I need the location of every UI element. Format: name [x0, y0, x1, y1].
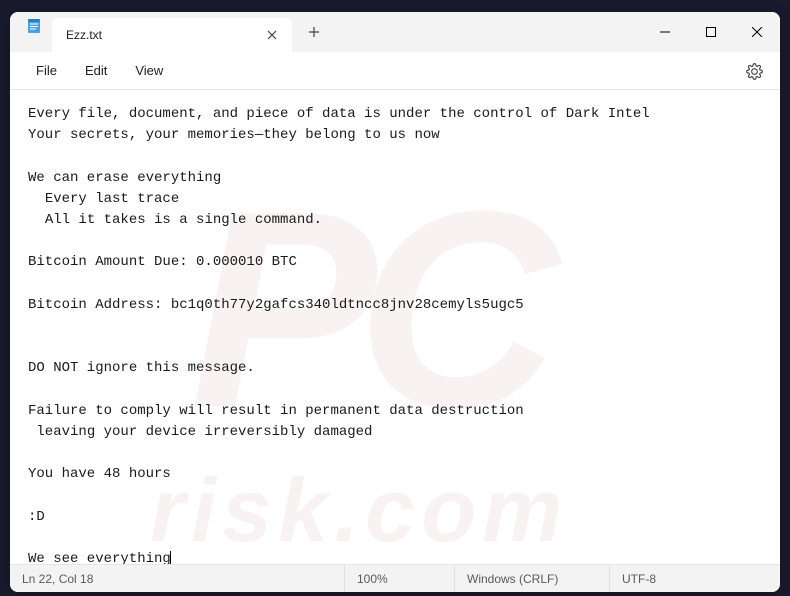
close-tab-icon[interactable] [262, 25, 282, 45]
menu-view[interactable]: View [121, 57, 177, 84]
status-cursor-position[interactable]: Ln 22, Col 18 [10, 565, 345, 592]
titlebar: Ezz.txt [10, 12, 780, 52]
window-controls [642, 12, 780, 52]
statusbar: Ln 22, Col 18 100% Windows (CRLF) UTF-8 [10, 564, 780, 592]
new-tab-button[interactable] [298, 16, 330, 48]
notepad-app-icon [26, 18, 42, 34]
menubar: File Edit View [10, 52, 780, 90]
notepad-window: Ezz.txt File Edit View [10, 12, 780, 592]
text-caret [170, 551, 171, 564]
minimize-button[interactable] [642, 12, 688, 52]
menu-file[interactable]: File [22, 57, 71, 84]
editor-wrapper: PC risk.com Every file, document, and pi… [10, 90, 780, 564]
menu-edit[interactable]: Edit [71, 57, 121, 84]
settings-button[interactable] [742, 59, 766, 83]
gear-icon [746, 63, 763, 80]
maximize-button[interactable] [688, 12, 734, 52]
tab-active[interactable]: Ezz.txt [52, 18, 292, 52]
status-line-ending[interactable]: Windows (CRLF) [455, 565, 610, 592]
tab-title: Ezz.txt [66, 28, 262, 42]
close-window-button[interactable] [734, 12, 780, 52]
text-editor[interactable]: Every file, document, and piece of data … [10, 90, 780, 564]
status-encoding[interactable]: UTF-8 [610, 565, 780, 592]
status-zoom[interactable]: 100% [345, 565, 455, 592]
